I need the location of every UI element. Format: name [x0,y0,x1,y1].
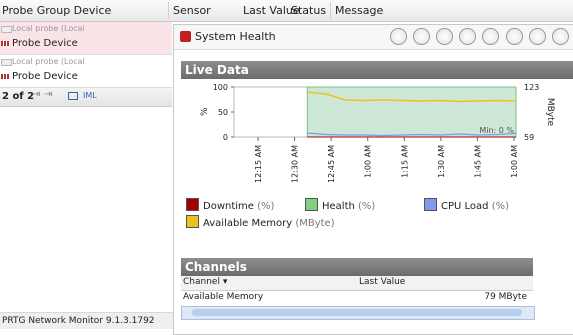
table-row[interactable]: Available Memory 79 MByte [181,291,533,305]
pager: 2 of 2 ⇥ ⇥ IML [0,88,172,107]
legend-cpu-load: CPU Load (%) [424,198,509,212]
x-tick-label: 12:15 AM [254,145,263,183]
search-icon[interactable] [390,28,407,45]
y-tick-label: 0 [223,133,228,142]
y2-top-label: 123 [524,83,539,92]
x-tick-label: 1:45 AM [473,145,482,178]
device-name[interactable]: Probe Device [12,38,78,49]
list-item[interactable]: Local probe (Local Probe Device [0,22,172,55]
device-list: Local probe (Local Probe Device Local pr… [0,22,174,333]
warning-icon[interactable] [436,28,453,45]
probe-icon [1,59,12,66]
x-tick-label: 1:30 AM [437,145,446,178]
pause-icon[interactable] [506,28,523,45]
sensor-panel: System Health Live Data 100 50 0% 123 59 MByt… [173,24,573,335]
section-channels: Channels [181,258,533,276]
delete-icon[interactable] [529,28,546,45]
device-probe-label: Local probe (Local [12,57,85,66]
list-item[interactable]: Local probe (Local Probe Device [0,55,172,88]
x-tick-label: 12:30 AM [291,145,300,183]
last-page-icon[interactable]: ⇥ [44,89,52,100]
section-live-data: Live Data [181,61,573,79]
device-probe-label: Local probe (Local [12,24,85,33]
device-name[interactable]: Probe Device [12,71,78,82]
y-axis-label: % [200,107,210,116]
page-indicator: 2 of 2 [2,91,35,102]
col-device[interactable]: Probe Group Device [2,4,111,17]
grid-header: Probe Group Device Sensor Last Value Sta… [0,0,573,22]
col-sensor[interactable]: Sensor [173,4,211,17]
channel-name: Available Memory [183,292,264,302]
x-tick-label: 1:15 AM [400,145,409,178]
device-icon [1,41,10,46]
channel-value: 79 MByte [484,292,527,302]
x-tick-label: 12:45 AM [327,145,336,183]
panel-titlebar: System Health [174,25,573,50]
y-tick-label: 100 [213,83,228,92]
col-channel-last-value[interactable]: Last Value [359,277,405,287]
col-separator [330,2,331,19]
min-label: Min: 0 % [479,126,514,135]
status-text: PRTG Network Monitor 9.1.3.1792 [2,316,155,326]
document-icon[interactable] [482,28,499,45]
scrollbar-thumb[interactable] [192,309,522,316]
y2-bottom-label: 59 [524,133,534,142]
x-tick-label: 1:00 AM [510,145,519,178]
x-tick-label: 1:00 AM [364,145,373,178]
next-page-icon[interactable]: ⇥ [32,89,40,100]
export-link[interactable]: IML [83,91,97,100]
col-status[interactable]: Status [291,4,326,17]
horizontal-scrollbar[interactable] [181,306,535,320]
sensor-icon [180,31,191,42]
legend-health: Health (%) [305,198,375,212]
legend-swatch [424,198,437,211]
refresh-icon[interactable] [552,28,569,45]
status-bar: PRTG Network Monitor 9.1.3.1792 [0,312,174,329]
export-icon[interactable] [68,92,78,100]
legend-downtime: Downtime (%) [186,198,274,212]
legend-swatch [186,198,199,211]
legend-swatch [305,198,318,211]
legend-available-memory: Available Memory (MByte) [186,215,335,229]
legend-swatch [186,215,199,228]
edit-icon[interactable] [459,28,476,45]
probe-icon [1,26,12,33]
col-channel[interactable]: Channel ▾ [183,277,227,287]
device-icon [1,74,10,79]
col-message[interactable]: Message [335,4,383,17]
channels-table-header: Channel ▾ Last Value [181,276,533,291]
panel-title: System Health [195,30,276,43]
y2-axis-label: MByte [545,98,555,127]
y-tick-label: 50 [218,108,228,117]
col-separator [168,2,169,19]
wrench-icon[interactable] [413,28,430,45]
